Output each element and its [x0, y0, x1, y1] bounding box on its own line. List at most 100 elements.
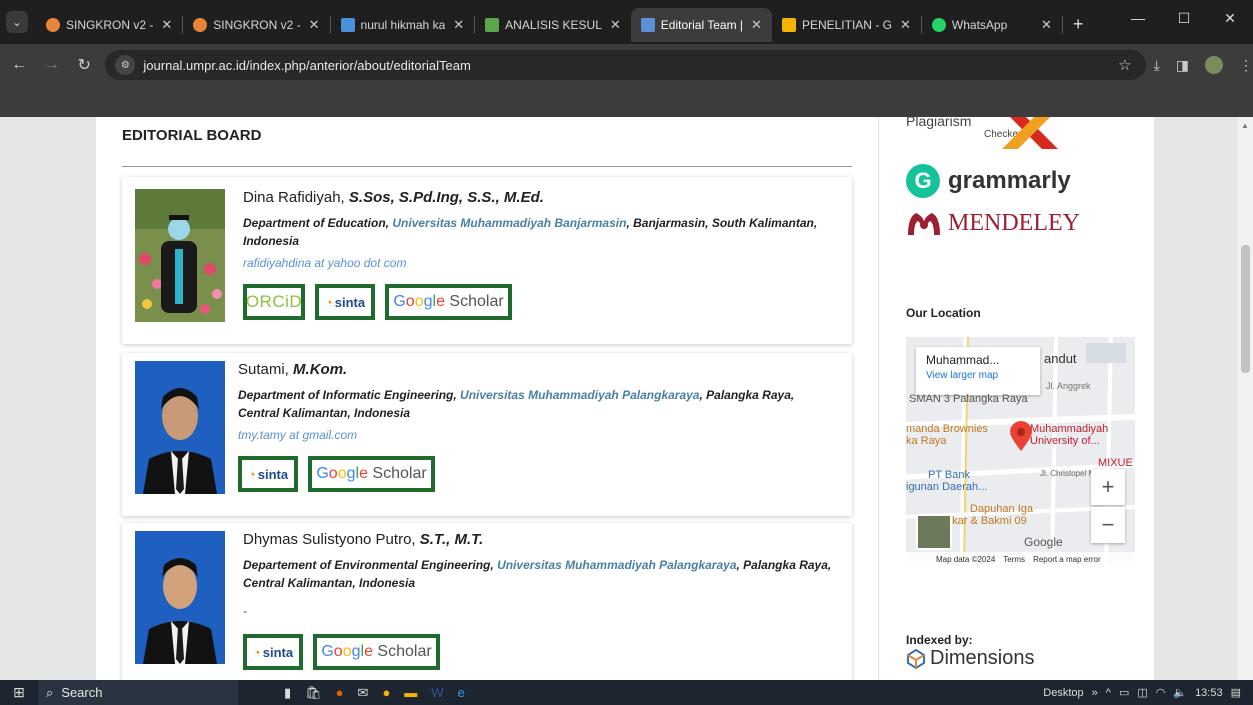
google-scholar-button[interactable]: Google Scholar — [308, 456, 435, 492]
scholar-text: Scholar — [372, 465, 427, 482]
reload-icon[interactable]: ↻ — [71, 55, 97, 75]
graduation-cap-icon — [340, 18, 355, 32]
taskbar-search[interactable]: ⌕ Search — [38, 680, 238, 705]
menu-kebab-icon[interactable]: ⋮ — [1239, 57, 1253, 74]
wifi-icon[interactable]: ◠ — [1156, 686, 1166, 699]
indexed-by-heading: Indexed by: — [906, 633, 973, 647]
grammarly-logo[interactable]: G grammarly — [906, 161, 1071, 201]
scroll-up-icon[interactable]: ▲ — [1241, 121, 1249, 130]
zoom-in-button[interactable]: + — [1091, 469, 1125, 505]
close-icon[interactable]: ✕ — [1041, 17, 1052, 33]
zoom-out-button[interactable]: − — [1091, 507, 1125, 543]
notification-icon[interactable]: ▤ — [1231, 686, 1241, 699]
location-map[interactable]: Muhammad... View larger map andut Jl. An… — [906, 337, 1135, 566]
map-terms-link[interactable]: Terms — [1003, 555, 1025, 564]
map-label: Jl. Christopel Mi — [1040, 469, 1097, 478]
section-title: EDITORIAL BOARD — [122, 127, 262, 144]
back-arrow-icon[interactable]: ← — [6, 56, 32, 74]
clock-time[interactable]: 13:53 — [1195, 687, 1223, 699]
desktop-toolbar[interactable]: Desktop — [1043, 687, 1083, 699]
university-link[interactable]: Universitas Muhammadiyah Banjarmasin — [392, 216, 626, 230]
orcid-button[interactable]: ORCiD — [243, 284, 305, 320]
close-icon[interactable]: ✕ — [309, 17, 320, 33]
tab-title: SINGKRON v2 - — [66, 18, 154, 32]
google-scholar-button[interactable]: Google Scholar — [385, 284, 512, 320]
forward-arrow-icon[interactable]: → — [38, 56, 64, 74]
sinta-icon: ◔ — [252, 644, 261, 660]
tab-title: PENELITIAN - G — [801, 18, 892, 32]
bookmarks-bar — [0, 86, 1253, 117]
department-text: Departement of Environmental Engineering… — [243, 558, 494, 572]
map-label: igunan Daerah... — [906, 481, 988, 493]
mail-icon[interactable]: ✉ — [358, 685, 369, 701]
tab-search-button[interactable]: ⌄ — [6, 11, 28, 33]
sinta-button[interactable]: ◔ sinta — [243, 634, 303, 670]
university-link[interactable]: Universitas Muhammadiyah Palangkaraya — [460, 388, 699, 402]
sinta-button[interactable]: ◔ sinta — [315, 284, 375, 320]
tab-editorial-team[interactable]: Editorial Team | ✕ — [630, 8, 772, 42]
download-icon[interactable]: ⤓ — [1154, 57, 1160, 74]
profile-avatar[interactable] — [1205, 56, 1224, 74]
chrome-icon[interactable]: ● — [382, 685, 390, 700]
edge-icon[interactable]: e — [458, 685, 465, 700]
search-icon: ⌕ — [46, 684, 54, 700]
system-tray: Desktop » ^ ▭ ◫ ◠ 🔈 13:53 ▤ — [1043, 686, 1253, 700]
member-degree: M.Kom. — [293, 361, 348, 378]
tab-analisis[interactable]: ANALISIS KESUL ✕ — [475, 8, 631, 42]
minimize-icon[interactable]: — — [1115, 10, 1161, 26]
close-icon[interactable]: ✕ — [161, 17, 172, 33]
grammarly-text: grammarly — [948, 167, 1071, 194]
satellite-toggle[interactable] — [916, 514, 952, 550]
close-window-icon[interactable]: ✕ — [1207, 10, 1253, 27]
maximize-icon[interactable]: ☐ — [1161, 10, 1207, 27]
tab-singkron-2[interactable]: SINGKRON v2 - ✕ — [183, 8, 329, 42]
tab-whatsapp[interactable]: WhatsApp ✕ — [922, 8, 1062, 42]
member-email: tmy.tamy at gmail.com — [238, 428, 358, 442]
singkron-favicon-icon — [193, 18, 208, 32]
member-affiliation: Department of Education, Universitas Muh… — [243, 214, 843, 250]
tray-overflow-icon[interactable]: ^ — [1106, 687, 1111, 699]
scrollbar-thumb[interactable] — [1241, 245, 1250, 373]
new-tab-button[interactable]: + — [1073, 14, 1084, 35]
bookmark-star-icon[interactable]: ☆ — [1118, 56, 1131, 74]
mendeley-logo[interactable]: MENDELEY — [906, 205, 1080, 241]
file-explorer-icon[interactable]: ▬ — [404, 685, 417, 700]
page-scrollbar[interactable]: ▲ — [1238, 117, 1253, 680]
close-icon[interactable]: ✕ — [751, 17, 762, 33]
store-icon[interactable]: 🛍 — [305, 685, 322, 701]
google-scholar-button[interactable]: Google Scholar — [313, 634, 440, 670]
toolbar-icons: ⤓ ◨ ⋮ — [1154, 56, 1253, 74]
map-label: MIXUE — [1098, 457, 1133, 469]
dimensions-logo[interactable]: Dimensions — [906, 647, 1034, 670]
network-icon[interactable]: ◫ — [1137, 686, 1147, 699]
chevron-icon[interactable]: » — [1092, 687, 1098, 699]
battery-icon[interactable]: ▭ — [1119, 686, 1129, 699]
tab-singkron-1[interactable]: SINGKRON v2 - ✕ — [36, 8, 182, 42]
scholar-text: Scholar — [449, 293, 504, 310]
google-map-logo: Google — [1024, 535, 1063, 549]
map-footer: Map data ©2024 Terms Report a map error — [906, 552, 1135, 566]
map-place-name: Muhammad... — [926, 353, 1000, 367]
site-settings-icon[interactable]: ⚙ — [115, 55, 136, 75]
firefox-icon[interactable]: ● — [336, 685, 344, 700]
page-viewport: EDITORIAL BOARD Dina Rafidiyah, S.Sos, S… — [0, 117, 1253, 680]
sinta-button[interactable]: ◔ sinta — [238, 456, 298, 492]
report-map-error-link[interactable]: Report a map error — [1033, 555, 1101, 564]
close-icon[interactable]: ✕ — [900, 17, 911, 33]
view-larger-map-link[interactable]: View larger map — [926, 370, 1030, 381]
tab-penelitian[interactable]: PENELITIAN - G ✕ — [772, 8, 921, 42]
task-view-icon[interactable]: ▮ — [284, 685, 291, 701]
volume-icon[interactable]: 🔈 — [1173, 686, 1187, 699]
plagiarism-checker-logo[interactable]: Plagiarism Checker — [906, 117, 1076, 149]
university-link[interactable]: Universitas Muhammadiyah Palangkaraya — [497, 558, 736, 572]
close-icon[interactable]: ✕ — [453, 17, 464, 33]
profile-badges: ◔ sinta Google Scholar — [238, 456, 838, 492]
profile-badges: ◔ sinta Google Scholar — [243, 634, 843, 670]
tab-nurul-hikmah[interactable]: nurul hikmah ka ✕ — [331, 8, 475, 42]
side-panel-icon[interactable]: ◨ — [1176, 57, 1189, 74]
word-icon[interactable]: W — [431, 685, 443, 700]
close-icon[interactable]: ✕ — [610, 17, 621, 33]
member-degree: S.Sos, S.Pd.Ing, S.S., M.Ed. — [348, 189, 544, 206]
windows-start-icon[interactable]: ⊞ — [0, 684, 38, 701]
address-bar[interactable]: ⚙ journal.umpr.ac.id/index.php/anterior/… — [105, 50, 1146, 80]
